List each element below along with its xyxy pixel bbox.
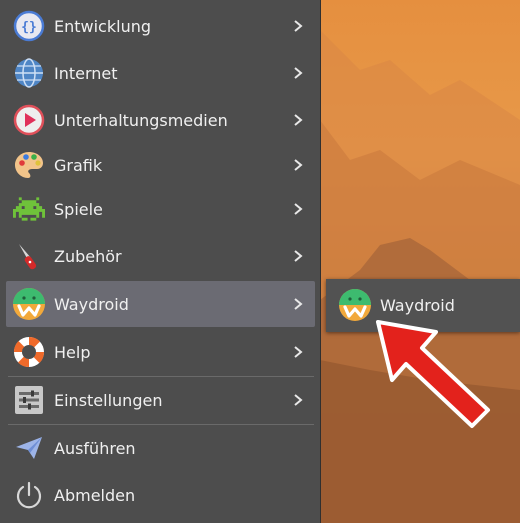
- application-menu: {} Entwicklung Internet Unterhaltungsmed…: [0, 0, 321, 523]
- chevron-right-icon: [291, 66, 305, 80]
- menu-item-ausfuehren[interactable]: Ausführen: [6, 425, 315, 471]
- menu-item-spiele[interactable]: Spiele: [6, 186, 315, 232]
- desktop-wallpaper: [320, 0, 520, 523]
- menu-item-label: Ausführen: [54, 438, 136, 458]
- menu-item-label: Entwicklung: [54, 16, 151, 36]
- menu-item-label: Zubehör: [54, 246, 122, 266]
- menu-item-label: Einstellungen: [54, 390, 163, 410]
- chevron-right-icon: [291, 393, 305, 407]
- waydroid-icon: [12, 287, 46, 321]
- menu-item-zubehoer[interactable]: Zubehör: [6, 233, 315, 279]
- menu-item-label: Help: [54, 342, 91, 362]
- invader-icon: [12, 192, 46, 226]
- lifebuoy-icon: [12, 335, 46, 369]
- menu-item-help[interactable]: Help: [6, 329, 315, 375]
- menu-item-label: Spiele: [54, 199, 103, 219]
- paper-plane-icon: [12, 431, 46, 465]
- globe-icon: [12, 56, 46, 90]
- chevron-right-icon: [291, 19, 305, 33]
- chevron-right-icon: [291, 345, 305, 359]
- media-play-icon: [12, 103, 46, 137]
- annotation-arrow-icon: [376, 320, 490, 428]
- menu-item-unterhaltungsmedien[interactable]: Unterhaltungsmedien: [6, 97, 315, 143]
- menu-item-entwicklung[interactable]: {} Entwicklung: [6, 3, 315, 49]
- menu-item-grafik[interactable]: Grafik: [6, 142, 315, 188]
- chevron-right-icon: [291, 158, 305, 172]
- waydroid-icon: [338, 288, 372, 322]
- menu-item-abmelden[interactable]: Abmelden: [6, 472, 315, 518]
- menu-item-label: Internet: [54, 63, 118, 83]
- menu-item-einstellungen[interactable]: Einstellungen: [6, 377, 315, 423]
- chevron-right-icon: [291, 113, 305, 127]
- palette-icon: [12, 148, 46, 182]
- menu-item-waydroid[interactable]: Waydroid: [6, 281, 315, 327]
- menu-item-label: Abmelden: [54, 485, 136, 505]
- power-icon: [12, 478, 46, 512]
- chevron-right-icon: [291, 202, 305, 216]
- menu-item-label: Waydroid: [54, 294, 129, 314]
- chevron-right-icon: [291, 249, 305, 263]
- chevron-right-icon: [291, 297, 305, 311]
- menu-item-label: Unterhaltungsmedien: [54, 110, 228, 130]
- svg-text:{}: {}: [21, 20, 37, 35]
- development-icon: {}: [12, 9, 46, 43]
- menu-item-label: Grafik: [54, 155, 103, 175]
- settings-icon: [12, 383, 46, 417]
- menu-item-internet[interactable]: Internet: [6, 50, 315, 96]
- pocket-knife-icon: [12, 239, 46, 273]
